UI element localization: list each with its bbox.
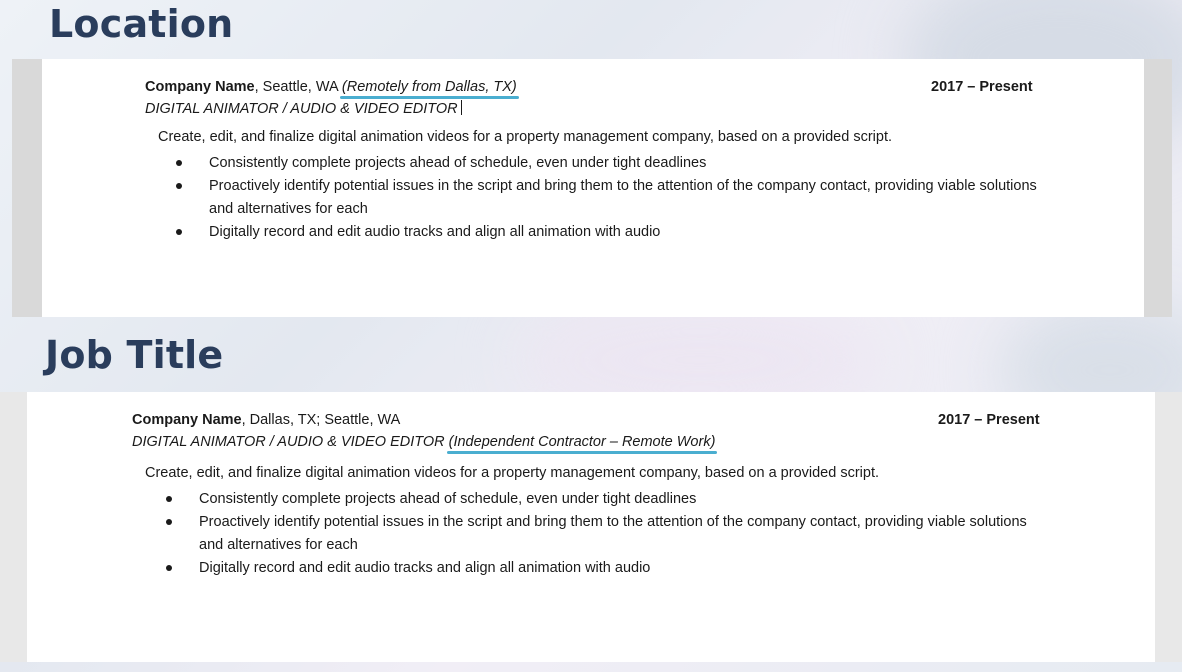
job-summary: Create, edit, and finalize digital anima…	[158, 129, 893, 145]
job-title: DIGITAL ANIMATOR / AUDIO & VIDEO EDITOR	[132, 434, 449, 450]
job-title-line: DIGITAL ANIMATOR / AUDIO & VIDEO EDITOR	[145, 100, 462, 117]
list-item: Consistently complete projects ahead of …	[176, 152, 1056, 175]
list-item: Digitally record and edit audio tracks a…	[176, 221, 1056, 244]
list-item: Proactively identify potential issues in…	[166, 511, 1046, 557]
job-title-line: DIGITAL ANIMATOR / AUDIO & VIDEO EDITOR …	[132, 434, 715, 450]
list-item: Proactively identify potential issues in…	[176, 175, 1056, 221]
company-name: Company Name	[132, 412, 242, 428]
resume-excerpt-location: Company Name, Seattle, WA (Remotely from…	[42, 59, 1144, 317]
company-name: Company Name	[145, 79, 255, 95]
company-location: , Seattle, WA	[254, 79, 342, 95]
company-location: , Dallas, TX; Seattle, WA	[241, 412, 401, 428]
list-item: Digitally record and edit audio tracks a…	[166, 557, 1046, 580]
employment-dates: 2017 – Present	[931, 79, 1033, 95]
section-heading-location: Location	[49, 2, 234, 46]
accomplishment-list: Consistently complete projects ahead of …	[166, 488, 1046, 580]
employment-dates: 2017 – Present	[938, 412, 1040, 428]
location-note-highlighted: (Remotely from Dallas, TX)	[341, 79, 517, 95]
job-title: DIGITAL ANIMATOR / AUDIO & VIDEO EDITOR	[145, 101, 458, 117]
text-cursor	[460, 100, 462, 115]
job-summary: Create, edit, and finalize digital anima…	[145, 465, 880, 481]
company-line: Company Name, Seattle, WA (Remotely from…	[145, 79, 517, 95]
section-heading-job-title: Job Title	[45, 333, 224, 377]
company-line: Company Name, Dallas, TX; Seattle, WA	[132, 412, 400, 428]
resume-excerpt-job-title: Company Name, Dallas, TX; Seattle, WA 20…	[27, 392, 1155, 662]
accomplishment-list: Consistently complete projects ahead of …	[176, 152, 1056, 244]
title-note-highlighted: (Independent Contractor – Remote Work)	[448, 434, 716, 450]
list-item: Consistently complete projects ahead of …	[166, 488, 1046, 511]
